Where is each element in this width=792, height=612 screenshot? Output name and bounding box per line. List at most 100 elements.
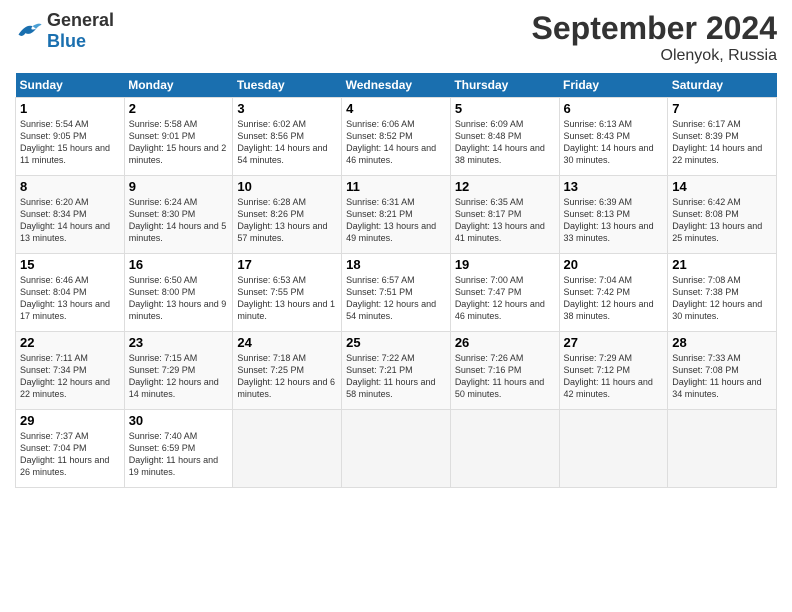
daylight: Daylight: 13 hours and 25 minutes. xyxy=(672,221,762,243)
header-monday: Monday xyxy=(124,73,233,98)
header-thursday: Thursday xyxy=(450,73,559,98)
sunrise: Sunrise: 6:28 AM xyxy=(237,197,306,207)
day-number: 19 xyxy=(455,257,555,272)
calendar-day-cell: 30 Sunrise: 7:40 AM Sunset: 6:59 PM Dayl… xyxy=(124,410,233,488)
sunrise: Sunrise: 7:33 AM xyxy=(672,353,741,363)
daylight: Daylight: 13 hours and 1 minute. xyxy=(237,299,335,321)
day-number: 5 xyxy=(455,101,555,116)
sunset: Sunset: 7:12 PM xyxy=(564,365,631,375)
calendar-day-cell: 1 Sunrise: 5:54 AM Sunset: 9:05 PM Dayli… xyxy=(16,98,125,176)
daylight: Daylight: 11 hours and 50 minutes. xyxy=(455,377,544,399)
sunset: Sunset: 8:13 PM xyxy=(564,209,631,219)
day-info: Sunrise: 6:17 AM Sunset: 8:39 PM Dayligh… xyxy=(672,118,772,167)
header: General Blue September 2024 Olenyok, Rus… xyxy=(15,10,777,65)
sunrise: Sunrise: 6:31 AM xyxy=(346,197,415,207)
calendar-day-cell: 2 Sunrise: 5:58 AM Sunset: 9:01 PM Dayli… xyxy=(124,98,233,176)
sunset: Sunset: 8:56 PM xyxy=(237,131,304,141)
sunset: Sunset: 6:59 PM xyxy=(129,443,196,453)
daylight: Daylight: 14 hours and 22 minutes. xyxy=(672,143,762,165)
sunrise: Sunrise: 6:46 AM xyxy=(20,275,89,285)
sunset: Sunset: 8:04 PM xyxy=(20,287,87,297)
sunset: Sunset: 8:08 PM xyxy=(672,209,739,219)
day-info: Sunrise: 6:57 AM Sunset: 7:51 PM Dayligh… xyxy=(346,274,446,323)
calendar-week-row: 8 Sunrise: 6:20 AM Sunset: 8:34 PM Dayli… xyxy=(16,176,777,254)
daylight: Daylight: 11 hours and 42 minutes. xyxy=(564,377,653,399)
sunrise: Sunrise: 7:26 AM xyxy=(455,353,524,363)
sunrise: Sunrise: 7:15 AM xyxy=(129,353,198,363)
day-number: 27 xyxy=(564,335,664,350)
header-friday: Friday xyxy=(559,73,668,98)
day-number: 9 xyxy=(129,179,229,194)
day-info: Sunrise: 7:33 AM Sunset: 7:08 PM Dayligh… xyxy=(672,352,772,401)
sunset: Sunset: 8:00 PM xyxy=(129,287,196,297)
day-number: 4 xyxy=(346,101,446,116)
daylight: Daylight: 12 hours and 6 minutes. xyxy=(237,377,335,399)
calendar-day-cell: 10 Sunrise: 6:28 AM Sunset: 8:26 PM Dayl… xyxy=(233,176,342,254)
day-number: 23 xyxy=(129,335,229,350)
sunset: Sunset: 8:26 PM xyxy=(237,209,304,219)
calendar-day-cell: 3 Sunrise: 6:02 AM Sunset: 8:56 PM Dayli… xyxy=(233,98,342,176)
sunset: Sunset: 7:34 PM xyxy=(20,365,87,375)
sunset: Sunset: 8:48 PM xyxy=(455,131,522,141)
sunrise: Sunrise: 6:39 AM xyxy=(564,197,633,207)
day-info: Sunrise: 6:24 AM Sunset: 8:30 PM Dayligh… xyxy=(129,196,229,245)
sunset: Sunset: 8:17 PM xyxy=(455,209,522,219)
daylight: Daylight: 13 hours and 17 minutes. xyxy=(20,299,110,321)
calendar-day-cell: 17 Sunrise: 6:53 AM Sunset: 7:55 PM Dayl… xyxy=(233,254,342,332)
calendar-day-cell: 18 Sunrise: 6:57 AM Sunset: 7:51 PM Dayl… xyxy=(342,254,451,332)
header-sunday: Sunday xyxy=(16,73,125,98)
daylight: Daylight: 14 hours and 30 minutes. xyxy=(564,143,654,165)
day-info: Sunrise: 6:39 AM Sunset: 8:13 PM Dayligh… xyxy=(564,196,664,245)
sunset: Sunset: 7:51 PM xyxy=(346,287,413,297)
sunrise: Sunrise: 7:00 AM xyxy=(455,275,524,285)
logo-icon xyxy=(15,20,43,42)
day-number: 30 xyxy=(129,413,229,428)
daylight: Daylight: 14 hours and 54 minutes. xyxy=(237,143,327,165)
daylight: Daylight: 14 hours and 38 minutes. xyxy=(455,143,545,165)
daylight: Daylight: 11 hours and 58 minutes. xyxy=(346,377,435,399)
daylight: Daylight: 15 hours and 11 minutes. xyxy=(20,143,110,165)
title-block: September 2024 Olenyok, Russia xyxy=(532,10,777,65)
day-number: 17 xyxy=(237,257,337,272)
sunrise: Sunrise: 7:37 AM xyxy=(20,431,89,441)
sunset: Sunset: 7:42 PM xyxy=(564,287,631,297)
day-number: 11 xyxy=(346,179,446,194)
day-number: 29 xyxy=(20,413,120,428)
calendar-day-cell: 29 Sunrise: 7:37 AM Sunset: 7:04 PM Dayl… xyxy=(16,410,125,488)
daylight: Daylight: 14 hours and 5 minutes. xyxy=(129,221,227,243)
calendar-table: Sunday Monday Tuesday Wednesday Thursday… xyxy=(15,73,777,488)
day-info: Sunrise: 7:22 AM Sunset: 7:21 PM Dayligh… xyxy=(346,352,446,401)
calendar-week-row: 22 Sunrise: 7:11 AM Sunset: 7:34 PM Dayl… xyxy=(16,332,777,410)
sunrise: Sunrise: 5:58 AM xyxy=(129,119,198,129)
day-info: Sunrise: 6:42 AM Sunset: 8:08 PM Dayligh… xyxy=(672,196,772,245)
daylight: Daylight: 11 hours and 34 minutes. xyxy=(672,377,761,399)
calendar-week-row: 1 Sunrise: 5:54 AM Sunset: 9:05 PM Dayli… xyxy=(16,98,777,176)
day-info: Sunrise: 5:58 AM Sunset: 9:01 PM Dayligh… xyxy=(129,118,229,167)
sunset: Sunset: 7:21 PM xyxy=(346,365,413,375)
day-info: Sunrise: 7:00 AM Sunset: 7:47 PM Dayligh… xyxy=(455,274,555,323)
logo-text: General Blue xyxy=(47,10,114,52)
calendar-day-cell xyxy=(233,410,342,488)
logo: General Blue xyxy=(15,10,114,52)
day-number: 16 xyxy=(129,257,229,272)
daylight: Daylight: 13 hours and 9 minutes. xyxy=(129,299,227,321)
day-number: 21 xyxy=(672,257,772,272)
sunset: Sunset: 7:16 PM xyxy=(455,365,522,375)
sunrise: Sunrise: 7:22 AM xyxy=(346,353,415,363)
day-info: Sunrise: 7:18 AM Sunset: 7:25 PM Dayligh… xyxy=(237,352,337,401)
main-container: General Blue September 2024 Olenyok, Rus… xyxy=(0,0,792,498)
calendar-day-cell xyxy=(559,410,668,488)
daylight: Daylight: 11 hours and 19 minutes. xyxy=(129,455,218,477)
header-saturday: Saturday xyxy=(668,73,777,98)
calendar-day-cell: 21 Sunrise: 7:08 AM Sunset: 7:38 PM Dayl… xyxy=(668,254,777,332)
sunset: Sunset: 7:08 PM xyxy=(672,365,739,375)
day-info: Sunrise: 6:35 AM Sunset: 8:17 PM Dayligh… xyxy=(455,196,555,245)
sunset: Sunset: 7:25 PM xyxy=(237,365,304,375)
day-number: 6 xyxy=(564,101,664,116)
sunrise: Sunrise: 7:40 AM xyxy=(129,431,198,441)
day-number: 20 xyxy=(564,257,664,272)
day-number: 28 xyxy=(672,335,772,350)
sunset: Sunset: 8:52 PM xyxy=(346,131,413,141)
sunrise: Sunrise: 7:04 AM xyxy=(564,275,633,285)
weekday-header-row: Sunday Monday Tuesday Wednesday Thursday… xyxy=(16,73,777,98)
